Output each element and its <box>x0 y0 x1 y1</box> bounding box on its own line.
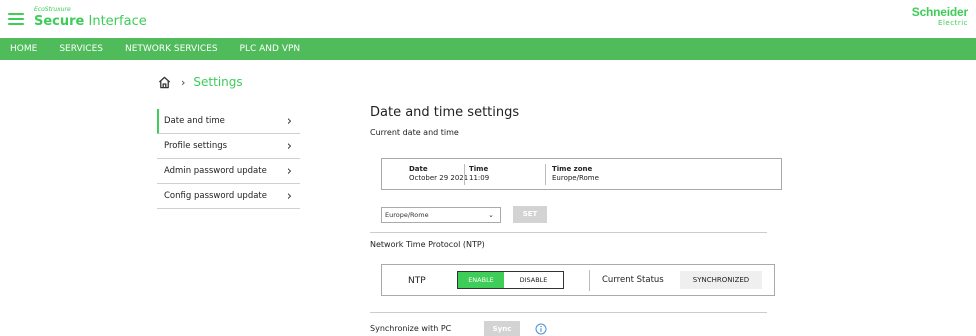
schneider-logo: Schneider Electric <box>911 5 968 28</box>
current-date-time-box: Date October 29 2021 Time 11:09 Time zon… <box>381 158 782 190</box>
date-value: October 29 2021 <box>409 174 469 182</box>
timezone-header: Time zone <box>552 165 593 173</box>
page-title: Date and time settings <box>370 105 520 120</box>
brand-ecostruxure: EcoStruxure <box>34 6 71 13</box>
ntp-disable-button[interactable]: DISABLE <box>504 272 563 288</box>
time-value: 11:09 <box>469 174 490 182</box>
ntp-section-label: Network Time Protocol (NTP) <box>370 240 485 249</box>
set-button[interactable]: SET <box>513 206 547 223</box>
nav-home[interactable]: HOME <box>0 38 49 60</box>
date-time-panel: Date and time settings Current date and … <box>370 105 790 336</box>
divider <box>545 164 546 185</box>
sidebar-item-label: Admin password update <box>164 166 267 176</box>
current-date-time-label: Current date and time <box>370 128 459 137</box>
sidebar-item-label: Date and time <box>164 116 225 126</box>
time-column: Time 11:09 <box>469 165 489 183</box>
ntp-enable-button[interactable]: ENABLE <box>458 272 504 288</box>
menu-icon[interactable] <box>8 13 24 25</box>
timezone-select-value: Europe/Rome <box>385 211 429 219</box>
time-header: Time <box>469 165 489 173</box>
chevron-right-icon: › <box>286 139 292 154</box>
sidebar-item-label: Config password update <box>164 191 267 201</box>
brand-product-name: Secure Interface <box>34 14 147 30</box>
divider <box>464 164 465 185</box>
sidebar-item-admin-password-update[interactable]: Admin password update › <box>157 159 300 184</box>
sidebar-item-config-password-update[interactable]: Config password update › <box>157 184 300 209</box>
sync-with-pc-label: Synchronize with PC <box>370 324 452 333</box>
sidebar-item-profile-settings[interactable]: Profile settings › <box>157 134 300 159</box>
date-header: Date <box>409 165 428 173</box>
date-column: Date October 29 2021 <box>409 165 468 183</box>
divider <box>370 232 767 233</box>
ntp-box: NTP ENABLE DISABLE Current Status SYNCHR… <box>381 264 775 296</box>
chevron-right-icon: › <box>286 164 292 179</box>
nav-services[interactable]: SERVICES <box>49 38 115 60</box>
chevron-right-icon: › <box>286 189 292 204</box>
app-header: EcoStruxure Secure Interface Schneider E… <box>0 0 976 36</box>
brand-secure: Secure <box>34 14 85 29</box>
divider <box>589 270 590 291</box>
sidebar-item-date-and-time[interactable]: Date and time › <box>157 109 300 134</box>
home-icon[interactable] <box>158 76 171 89</box>
app-brand: EcoStruxure Secure Interface <box>34 6 147 30</box>
logo-line1: Schneider <box>911 5 968 19</box>
main-navbar: HOME SERVICES NETWORK SERVICES PLC AND V… <box>0 38 976 60</box>
ntp-label: NTP <box>408 276 426 286</box>
timezone-column: Time zone Europe/Rome <box>552 165 599 183</box>
ntp-toggle[interactable]: ENABLE DISABLE <box>457 271 564 289</box>
chevron-down-icon: ⌄ <box>488 211 494 219</box>
nav-network-services[interactable]: NETWORK SERVICES <box>115 38 230 60</box>
breadcrumb-current: Settings <box>193 75 243 89</box>
timezone-value: Europe/Rome <box>552 174 599 182</box>
chevron-right-icon: › <box>286 114 292 129</box>
breadcrumb-separator: › <box>181 75 186 89</box>
nav-plc-and-vpn[interactable]: PLC AND VPN <box>230 38 313 60</box>
info-icon[interactable] <box>535 323 547 335</box>
logo-line2: Electric <box>938 19 968 27</box>
sidebar-item-label: Profile settings <box>164 141 228 151</box>
current-status-label: Current Status <box>602 275 664 285</box>
status-badge: SYNCHRONIZED <box>680 271 762 289</box>
breadcrumb: › Settings <box>158 75 243 89</box>
settings-sidebar: Date and time › Profile settings › Admin… <box>157 109 300 209</box>
divider <box>370 312 767 313</box>
brand-interface: Interface <box>88 14 147 29</box>
sync-button[interactable]: Sync <box>484 321 520 336</box>
timezone-select[interactable]: Europe/Rome ⌄ <box>381 207 501 223</box>
